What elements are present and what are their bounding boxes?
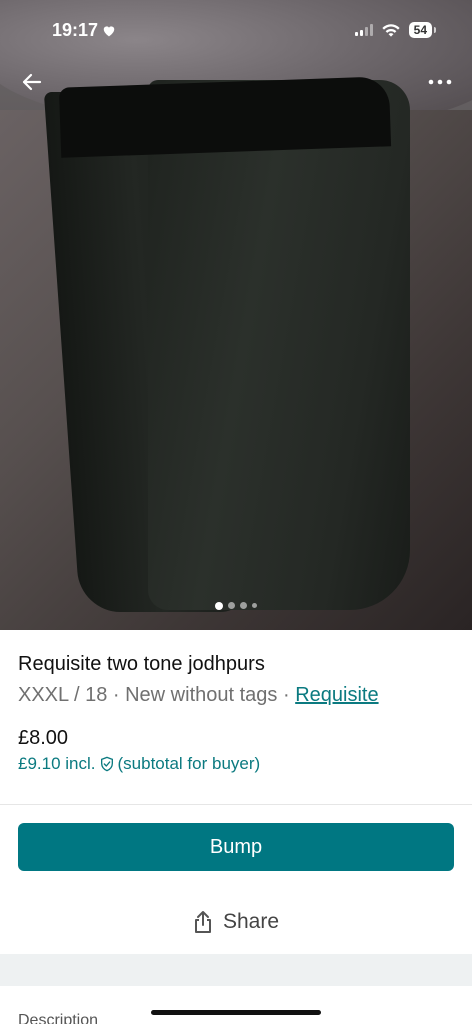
carousel-dot: [252, 603, 257, 608]
item-price: £8.00: [18, 727, 69, 749]
description-heading: Description: [18, 1012, 99, 1024]
item-photo[interactable]: [0, 0, 472, 630]
item-price-incl[interactable]: £9.10 incl. (subtotal for buyer): [18, 752, 458, 776]
home-indicator[interactable]: [151, 1010, 321, 1015]
share-button[interactable]: Share: [0, 900, 472, 944]
photo-garment-right-leg: [148, 80, 410, 610]
heart-icon: [103, 25, 115, 36]
section-spacer: [0, 954, 472, 986]
back-button[interactable]: [14, 64, 50, 100]
photo-garment-waistband: [58, 76, 392, 158]
status-bar: 19:17 54: [0, 0, 472, 60]
item-condition: New without tags: [125, 684, 278, 706]
carousel-dot: [228, 602, 235, 609]
carousel-indicator: [0, 602, 472, 610]
shield-check-icon: [100, 756, 113, 772]
price-incl-note: (subtotal for buyer): [117, 754, 261, 773]
status-time: 19:17: [52, 20, 116, 41]
item-title: Requisite two tone jodhpurs: [18, 653, 265, 675]
share-label: Share: [222, 910, 280, 933]
wifi-icon: [381, 24, 400, 37]
status-indicators: 54: [354, 22, 437, 38]
share-icon: [194, 911, 211, 933]
arrow-left-icon: [22, 73, 42, 91]
item-meta: XXXL / 18 · New without tags · Requisite: [18, 680, 458, 710]
more-horizontal-icon: [428, 79, 452, 85]
bump-button[interactable]: Bump: [18, 823, 454, 871]
cellular-signal-icon: [354, 24, 373, 36]
status-time-text: 19:17: [52, 19, 99, 40]
price-incl-amount: £9.10 incl.: [18, 754, 96, 773]
more-options-button[interactable]: [422, 64, 458, 100]
item-brand-link[interactable]: Requisite: [295, 684, 378, 706]
battery-indicator: 54: [408, 22, 437, 38]
item-info: Requisite two tone jodhpurs XXXL / 18 · …: [18, 650, 458, 776]
meta-separator: ·: [282, 684, 296, 706]
section-divider: [0, 804, 472, 805]
item-size: XXXL / 18: [18, 684, 108, 706]
carousel-dot: [240, 602, 247, 609]
meta-separator: ·: [112, 684, 126, 706]
carousel-dot: [215, 602, 223, 610]
